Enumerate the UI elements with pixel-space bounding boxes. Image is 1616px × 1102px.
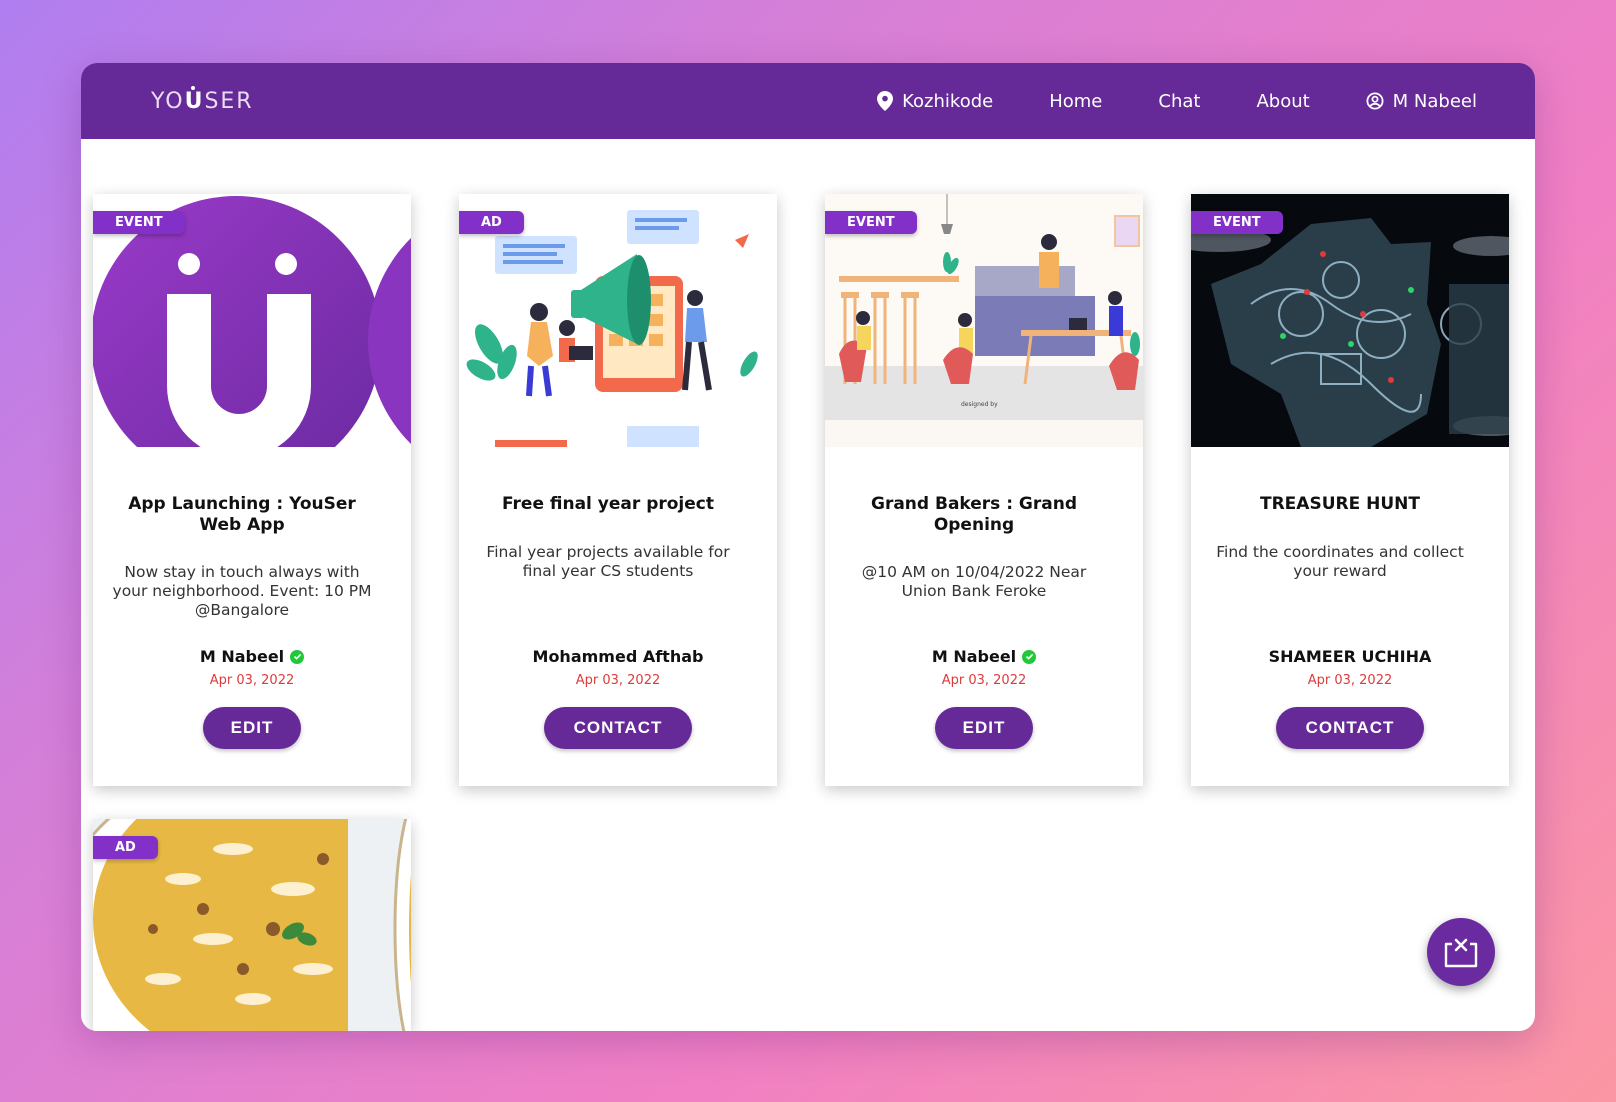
app-window: YO U SER Kozhikode Home Chat About M Nabee…	[81, 63, 1535, 1031]
nav-links: Kozhikode Home Chat About M Nabeel	[877, 63, 1477, 139]
floating-action-button[interactable]	[1427, 918, 1495, 986]
user-circle-icon	[1366, 92, 1384, 110]
card-title: Free final year project	[502, 494, 714, 514]
card-date: Apr 03, 2022	[209, 673, 295, 688]
share-out-icon	[1444, 938, 1478, 968]
card-date: Apr 03, 2022	[941, 673, 1027, 688]
card-description: Find the coordinates and collect your re…	[1216, 543, 1464, 580]
check-circle-icon	[1022, 649, 1037, 664]
card-tag: AD	[93, 836, 158, 859]
post-card[interactable]: AD Free final year project Final year pr…	[459, 194, 777, 786]
card-title: TREASURE HUNT	[1260, 494, 1420, 514]
post-card[interactable]: AD	[93, 819, 411, 1031]
map-pin-icon	[877, 91, 894, 111]
navbar: YO U SER Kozhikode Home Chat About M Nabee…	[81, 63, 1535, 139]
nav-location-label: Kozhikode	[902, 90, 994, 112]
card-image: AD	[459, 194, 777, 447]
card-author: M Nabeel	[825, 647, 1143, 666]
edit-button[interactable]: EDIT	[935, 707, 1033, 749]
contact-button[interactable]: CONTACT	[544, 707, 692, 749]
card-author-name: SHAMEER UCHIHA	[1268, 647, 1432, 666]
nav-home[interactable]: Home	[1049, 91, 1102, 112]
card-tag: EVENT	[1191, 211, 1283, 234]
card-tag: AD	[459, 211, 524, 234]
card-author-name: M Nabeel	[931, 647, 1017, 666]
post-card[interactable]: EVENT App Launching : YouSer Web App Now…	[93, 194, 411, 786]
edit-button[interactable]: EDIT	[203, 707, 301, 749]
svg-text:designed by: designed by	[961, 401, 998, 408]
nav-location[interactable]: Kozhikode	[877, 91, 993, 112]
brand-logo[interactable]: YO U SER	[151, 63, 254, 139]
post-card[interactable]: EVENT TREASURE HUNT Find the coordinates…	[1191, 194, 1509, 786]
card-author-name: M Nabeel	[199, 647, 285, 666]
check-circle-icon	[290, 649, 305, 664]
nav-about[interactable]: About	[1256, 91, 1309, 112]
card-date: Apr 03, 2022	[1307, 673, 1393, 688]
card-date: Apr 03, 2022	[575, 673, 661, 688]
card-image: designed by EVENT	[825, 194, 1143, 447]
card-tag: EVENT	[93, 211, 185, 234]
card-author: SHAMEER UCHIHA	[1191, 647, 1509, 666]
card-title: App Launching : YouSer Web App	[128, 494, 356, 535]
card-tag: EVENT	[825, 211, 917, 234]
nav-user[interactable]: M Nabeel	[1366, 91, 1477, 112]
card-description: Now stay in touch always with your neigh…	[112, 563, 372, 619]
card-description: Final year projects available for final …	[486, 543, 730, 580]
card-author: M Nabeel	[93, 647, 411, 666]
card-author: Mohammed Afthab	[459, 647, 777, 666]
card-description: @10 AM on 10/04/2022 Near Union Bank Fer…	[861, 563, 1087, 600]
card-title: Grand Bakers : Grand Opening	[870, 494, 1078, 535]
brand-logo-pre: YO	[151, 88, 185, 114]
brand-logo-u: U	[184, 85, 205, 114]
card-author-name: Mohammed Afthab	[532, 647, 704, 666]
nav-user-label: M Nabeel	[1392, 90, 1477, 112]
post-card[interactable]: designed by EVENT Grand Bakers : Grand O…	[825, 194, 1143, 786]
card-image: EVENT	[93, 194, 411, 447]
card-image: EVENT	[1191, 194, 1509, 447]
nav-chat[interactable]: Chat	[1158, 91, 1200, 112]
contact-button[interactable]: CONTACT	[1276, 707, 1424, 749]
brand-logo-post: SER	[204, 88, 254, 114]
